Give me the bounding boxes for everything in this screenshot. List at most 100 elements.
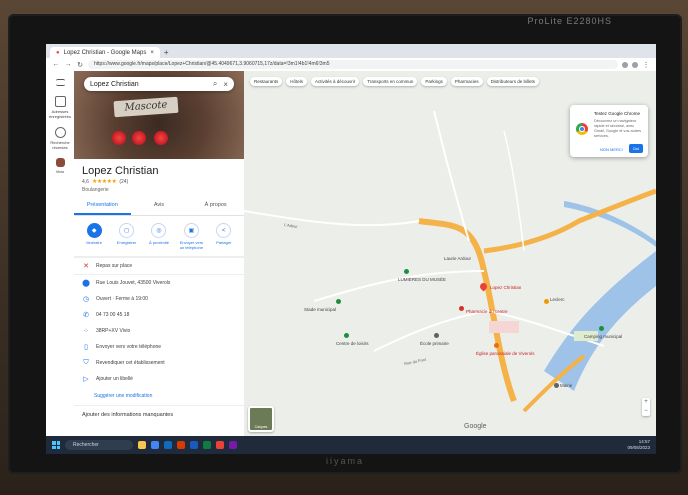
chip-restaurants[interactable]: Restaurants	[250, 77, 283, 86]
file-explorer-icon[interactable]	[138, 441, 146, 449]
map-label-mairie[interactable]: Mairie	[560, 383, 572, 388]
word-icon[interactable]	[190, 441, 198, 449]
popup-accept-button[interactable]: Oui	[628, 144, 643, 153]
chip-hotels[interactable]: Hôtels	[286, 77, 308, 86]
chip-transit[interactable]: Transports en commun	[363, 77, 418, 86]
rail-menu[interactable]	[46, 79, 74, 88]
app-icon[interactable]	[216, 441, 224, 449]
map-label-centre[interactable]: Centre de loisirs	[336, 341, 369, 346]
zoom-control[interactable]: + −	[642, 398, 650, 416]
maps-app: Adresses enregistrées Recherche récentes…	[46, 71, 656, 436]
suggest-edit-link[interactable]: Suggérer une modification	[74, 387, 244, 405]
search-icon[interactable]: ⌕	[213, 79, 217, 89]
forward-icon[interactable]: →	[64, 61, 72, 68]
shop-pin-icon[interactable]	[544, 299, 549, 304]
taskbar-search[interactable]: Rechercher	[65, 440, 133, 450]
phone-row[interactable]: ✆ 04 73 00 45 18	[74, 307, 244, 323]
chip-parking[interactable]: Parkings	[421, 77, 447, 86]
poi-pin-icon[interactable]	[404, 269, 409, 274]
rail-recent[interactable]: Recherche récentes	[46, 127, 74, 150]
browser-tab[interactable]: ● Lopez Christian - Google Maps ×	[50, 47, 160, 58]
extension-icon[interactable]	[622, 61, 628, 68]
send-to-phone-button[interactable]: ▣ Envoyer vers un téléphone	[177, 223, 205, 250]
label-row[interactable]: ▷ Ajouter un libellé	[74, 371, 244, 387]
layers-label: Calques	[254, 425, 268, 429]
poi-pin-icon[interactable]	[344, 333, 349, 338]
clear-icon[interactable]: ×	[223, 80, 228, 89]
claim-row[interactable]: ⛉ Revendiquer cet établissement	[74, 355, 244, 371]
map-label-lopez[interactable]: Lopez Christian	[490, 285, 521, 290]
chrome-icon[interactable]	[151, 441, 159, 449]
rail-place[interactable]: Vivio	[46, 158, 74, 174]
tab-about[interactable]: À propos	[187, 197, 244, 215]
search-box[interactable]: Lopez Christian ⌕ ×	[84, 77, 234, 91]
chip-atms[interactable]: Distributeurs de billets	[486, 77, 539, 86]
location-pin-icon: ⬤	[82, 280, 90, 287]
phone-icon: ✆	[83, 312, 89, 319]
system-clock[interactable]: 14:57 09/08/2023	[627, 439, 650, 451]
powerpoint-icon[interactable]	[177, 441, 185, 449]
nearby-label: À proximité	[148, 240, 169, 245]
map-label-camping[interactable]: Camping municipal	[584, 334, 622, 339]
back-icon[interactable]: ←	[52, 61, 60, 68]
directions-button[interactable]: ◆ Itinéraire	[80, 223, 108, 250]
map-label-pharmacie[interactable]: Pharmacie du centre	[466, 309, 508, 314]
map-label-leclerc[interactable]: Leclerc	[550, 297, 565, 302]
chip-activities[interactable]: Activités à découvrir	[311, 77, 360, 86]
windows-start-icon[interactable]	[52, 441, 60, 449]
profile-icon[interactable]	[632, 61, 638, 68]
screen: ● Lopez Christian - Google Maps × + ← → …	[46, 44, 656, 454]
url-field[interactable]: https://www.google.fr/maps/place/Lopez+C…	[88, 60, 618, 69]
edge-icon[interactable]	[164, 441, 172, 449]
place-category[interactable]: Boulangerie	[82, 187, 236, 193]
hours-text: Ouvert · Ferme à 19:00	[96, 296, 148, 302]
plus-code-row[interactable]: ⁘ 38RP+XV Vivio	[74, 323, 244, 339]
map-label-eglise[interactable]: Église paroissiale de Viverols	[476, 351, 534, 356]
nearby-icon: ◎	[151, 223, 167, 238]
urban-block	[489, 321, 519, 333]
street	[244, 210, 420, 227]
hours-row[interactable]: ◷ Ouvert · Ferme à 19:00	[74, 291, 244, 307]
address-row[interactable]: ⬤ Rue Louis Jouvet, 43500 Viverols	[74, 274, 244, 291]
address-text: Rue Louis Jouvet, 43500 Viverols	[96, 280, 171, 286]
claim-text: Revendiquer cet établissement	[96, 360, 165, 366]
tab-title: Lopez Christian - Google Maps	[63, 49, 147, 56]
dine-in-label: Repas sur place	[96, 263, 133, 269]
reload-icon[interactable]: ↻	[76, 61, 84, 69]
save-button[interactable]: ◻ Enregistrer	[113, 223, 141, 250]
map-label-lumieres[interactable]: LUMIÈRES DU MUSÉE	[398, 277, 446, 282]
map-label-stade[interactable]: Stade municipal	[304, 307, 336, 312]
tab-overview[interactable]: Présentation	[74, 197, 131, 215]
map-label-laurie[interactable]: Laurie Ardour	[444, 256, 471, 261]
tab-reviews[interactable]: Avis	[131, 197, 188, 215]
new-tab-button[interactable]: +	[164, 47, 169, 58]
action-row: ◆ Itinéraire ◻ Enregistrer ◎ À proximité ▣ E…	[74, 216, 244, 257]
teams-icon[interactable]	[229, 441, 237, 449]
review-count[interactable]: (24)	[119, 179, 128, 185]
send-phone-row[interactable]: ▯ Envoyer vers votre téléphone	[74, 339, 244, 355]
category-chips: Restaurants Hôtels Activités à découvrir…	[250, 77, 539, 86]
place-thumbnail-icon	[55, 158, 65, 167]
layers-button[interactable]: Calques	[248, 406, 274, 432]
dine-in-row[interactable]: ✕ Repas sur place	[74, 257, 244, 274]
excel-icon[interactable]	[203, 441, 211, 449]
church-pin-icon[interactable]	[494, 343, 499, 348]
chip-pharmacies[interactable]: Pharmacies	[450, 77, 483, 86]
pharmacy-pin-icon[interactable]	[459, 306, 464, 311]
search-input[interactable]: Lopez Christian	[90, 81, 207, 88]
map-label-ecole[interactable]: École primaire	[420, 341, 449, 346]
poi-pin-icon[interactable]	[336, 299, 341, 304]
nearby-button[interactable]: ◎ À proximité	[145, 223, 173, 250]
close-icon[interactable]: ×	[150, 50, 154, 56]
popup-dismiss-button[interactable]: NON MERCI	[600, 147, 623, 152]
poi-pin-icon[interactable]	[554, 383, 559, 388]
map-canvas[interactable]: Restaurants Hôtels Activités à découvrir…	[244, 71, 656, 436]
rail-saved[interactable]: Adresses enregistrées	[46, 96, 74, 119]
browser-menu-icon[interactable]: ⋮	[642, 61, 650, 69]
park-pin-icon[interactable]	[599, 326, 604, 331]
cross-icon: ✕	[83, 263, 89, 270]
poi-pin-icon[interactable]	[434, 333, 439, 338]
rating-row: 4,6 ★★★★★ (24)	[82, 178, 236, 186]
place-photo[interactable]: Lopez Christian ⌕ × Mascote	[74, 71, 244, 159]
share-button[interactable]: < Partager	[210, 223, 238, 250]
